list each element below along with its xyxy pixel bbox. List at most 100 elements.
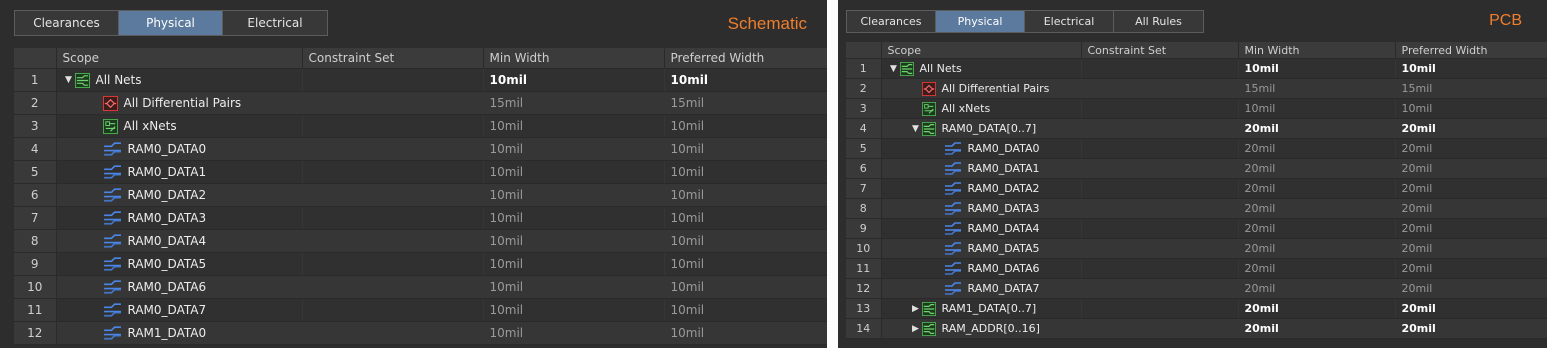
preferred-width-cell[interactable]: 10mil bbox=[664, 298, 827, 322]
preferred-width-cell[interactable]: 10mil bbox=[1395, 58, 1547, 79]
min-width-cell[interactable]: 15mil bbox=[483, 91, 665, 115]
table-row[interactable]: 9 RAM0_DATA4 20mil 20mil bbox=[846, 218, 1547, 239]
table-row[interactable]: 13 ▶ RAM1_DATA[0..7] 20mil 20mil bbox=[846, 298, 1547, 319]
table-row[interactable]: 6 RAM0_DATA1 20mil 20mil bbox=[846, 158, 1547, 179]
preferred-width-cell[interactable]: 10mil bbox=[664, 275, 827, 299]
column-header-scope[interactable]: Scope bbox=[56, 48, 303, 69]
scope-cell[interactable]: RAM0_DATA1 bbox=[881, 158, 1082, 179]
table-row[interactable]: 1 ▼ All Nets 10mil 10mil bbox=[846, 58, 1547, 79]
column-header-constraint-set[interactable]: Constraint Set bbox=[302, 48, 484, 69]
min-width-cell[interactable]: 10mil bbox=[1238, 98, 1396, 119]
scope-cell[interactable]: RAM0_DATA2 bbox=[881, 178, 1082, 199]
min-width-cell[interactable]: 20mil bbox=[1238, 158, 1396, 179]
preferred-width-cell[interactable]: 20mil bbox=[1395, 238, 1547, 259]
min-width-cell[interactable]: 10mil bbox=[483, 206, 665, 230]
column-header-min-width[interactable]: Min Width bbox=[483, 48, 665, 69]
tab-electrical[interactable]: Electrical bbox=[1025, 11, 1114, 32]
constraint-set-cell[interactable] bbox=[302, 206, 484, 230]
min-width-cell[interactable]: 20mil bbox=[1238, 298, 1396, 319]
tab-clearances[interactable]: Clearances bbox=[15, 11, 119, 35]
min-width-cell[interactable]: 20mil bbox=[1238, 318, 1396, 339]
table-row[interactable]: 1 ▼ All Nets 10mil 10mil bbox=[14, 68, 827, 92]
preferred-width-cell[interactable]: 10mil bbox=[1395, 98, 1547, 119]
scope-cell[interactable]: All xNets bbox=[881, 98, 1082, 119]
table-row[interactable]: 2 All Differential Pairs 15mil 15mil bbox=[846, 78, 1547, 99]
scope-cell[interactable]: RAM0_DATA5 bbox=[56, 252, 303, 276]
constraint-set-cell[interactable] bbox=[1081, 138, 1239, 159]
min-width-cell[interactable]: 10mil bbox=[483, 275, 665, 299]
expand-chevron-down-icon[interactable]: ▼ bbox=[63, 75, 75, 85]
min-width-cell[interactable]: 10mil bbox=[483, 183, 665, 207]
scope-cell[interactable]: RAM0_DATA2 bbox=[56, 183, 303, 207]
min-width-cell[interactable]: 10mil bbox=[1238, 58, 1396, 79]
scope-cell[interactable]: RAM0_DATA5 bbox=[881, 238, 1082, 259]
constraint-set-cell[interactable] bbox=[1081, 258, 1239, 279]
constraint-set-cell[interactable] bbox=[302, 114, 484, 138]
constraint-set-cell[interactable] bbox=[1081, 158, 1239, 179]
scope-cell[interactable]: All Differential Pairs bbox=[881, 78, 1082, 99]
min-width-cell[interactable]: 20mil bbox=[1238, 138, 1396, 159]
scope-cell[interactable]: RAM0_DATA7 bbox=[881, 278, 1082, 299]
min-width-cell[interactable]: 10mil bbox=[483, 160, 665, 184]
scope-cell[interactable]: All xNets bbox=[56, 114, 303, 138]
table-row[interactable]: 14 ▶ RAM_ADDR[0..16] 20mil 20mil bbox=[846, 318, 1547, 339]
table-row[interactable]: 9 RAM0_DATA5 10mil 10mil bbox=[14, 252, 827, 276]
table-row[interactable]: 8 RAM0_DATA3 20mil 20mil bbox=[846, 198, 1547, 219]
preferred-width-cell[interactable]: 10mil bbox=[664, 321, 827, 345]
table-row[interactable]: 5 RAM0_DATA0 20mil 20mil bbox=[846, 138, 1547, 159]
min-width-cell[interactable]: 10mil bbox=[483, 321, 665, 345]
preferred-width-cell[interactable]: 10mil bbox=[664, 206, 827, 230]
table-row[interactable]: 10 RAM0_DATA5 20mil 20mil bbox=[846, 238, 1547, 259]
min-width-cell[interactable]: 10mil bbox=[483, 252, 665, 276]
min-width-cell[interactable]: 20mil bbox=[1238, 278, 1396, 299]
preferred-width-cell[interactable]: 20mil bbox=[1395, 298, 1547, 319]
min-width-cell[interactable]: 15mil bbox=[1238, 78, 1396, 99]
min-width-cell[interactable]: 10mil bbox=[483, 298, 665, 322]
tab-physical[interactable]: Physical bbox=[119, 11, 223, 35]
constraint-set-cell[interactable] bbox=[1081, 298, 1239, 319]
preferred-width-cell[interactable]: 20mil bbox=[1395, 318, 1547, 339]
column-header-preferred-width[interactable]: Preferred Width bbox=[664, 48, 827, 69]
table-row[interactable]: 4 RAM0_DATA0 10mil 10mil bbox=[14, 137, 827, 161]
scope-cell[interactable]: RAM0_DATA0 bbox=[56, 137, 303, 161]
preferred-width-cell[interactable]: 20mil bbox=[1395, 218, 1547, 239]
scope-cell[interactable]: ▶ RAM_ADDR[0..16] bbox=[881, 318, 1082, 339]
preferred-width-cell[interactable]: 20mil bbox=[1395, 158, 1547, 179]
tab-all-rules[interactable]: All Rules bbox=[1114, 11, 1203, 32]
table-row[interactable]: 3 All xNets 10mil 10mil bbox=[846, 98, 1547, 119]
preferred-width-cell[interactable]: 15mil bbox=[664, 91, 827, 115]
preferred-width-cell[interactable]: 10mil bbox=[664, 114, 827, 138]
min-width-cell[interactable]: 10mil bbox=[483, 114, 665, 138]
table-row[interactable]: 8 RAM0_DATA4 10mil 10mil bbox=[14, 229, 827, 253]
table-row[interactable]: 11 RAM0_DATA7 10mil 10mil bbox=[14, 298, 827, 322]
constraint-set-cell[interactable] bbox=[302, 68, 484, 92]
expand-chevron-down-icon[interactable]: ▼ bbox=[888, 64, 900, 74]
preferred-width-cell[interactable]: 20mil bbox=[1395, 138, 1547, 159]
scope-cell[interactable]: ▼ All Nets bbox=[56, 68, 303, 92]
preferred-width-cell[interactable]: 20mil bbox=[1395, 118, 1547, 139]
constraint-set-cell[interactable] bbox=[302, 137, 484, 161]
table-row[interactable]: 4 ▼ RAM0_DATA[0..7] 20mil 20mil bbox=[846, 118, 1547, 139]
table-row[interactable]: 10 RAM0_DATA6 10mil 10mil bbox=[14, 275, 827, 299]
table-row[interactable]: 6 RAM0_DATA2 10mil 10mil bbox=[14, 183, 827, 207]
constraint-set-cell[interactable] bbox=[1081, 218, 1239, 239]
expand-chevron-down-icon[interactable]: ▼ bbox=[910, 124, 922, 134]
scope-cell[interactable]: RAM0_DATA1 bbox=[56, 160, 303, 184]
constraint-set-cell[interactable] bbox=[302, 160, 484, 184]
constraint-set-cell[interactable] bbox=[302, 321, 484, 345]
scope-cell[interactable]: RAM0_DATA6 bbox=[56, 275, 303, 299]
constraint-set-cell[interactable] bbox=[1081, 238, 1239, 259]
constraint-set-cell[interactable] bbox=[302, 275, 484, 299]
constraint-set-cell[interactable] bbox=[1081, 118, 1239, 139]
preferred-width-cell[interactable]: 20mil bbox=[1395, 178, 1547, 199]
min-width-cell[interactable]: 20mil bbox=[1238, 198, 1396, 219]
preferred-width-cell[interactable]: 10mil bbox=[664, 68, 827, 92]
expand-chevron-right-icon[interactable]: ▶ bbox=[910, 324, 922, 334]
scope-cell[interactable]: RAM0_DATA7 bbox=[56, 298, 303, 322]
column-header-constraint-set[interactable]: Constraint Set bbox=[1081, 42, 1239, 59]
preferred-width-cell[interactable]: 10mil bbox=[664, 252, 827, 276]
min-width-cell[interactable]: 20mil bbox=[1238, 178, 1396, 199]
table-row[interactable]: 7 RAM0_DATA2 20mil 20mil bbox=[846, 178, 1547, 199]
tab-physical[interactable]: Physical bbox=[936, 11, 1025, 32]
scope-cell[interactable]: ▼ RAM0_DATA[0..7] bbox=[881, 118, 1082, 139]
